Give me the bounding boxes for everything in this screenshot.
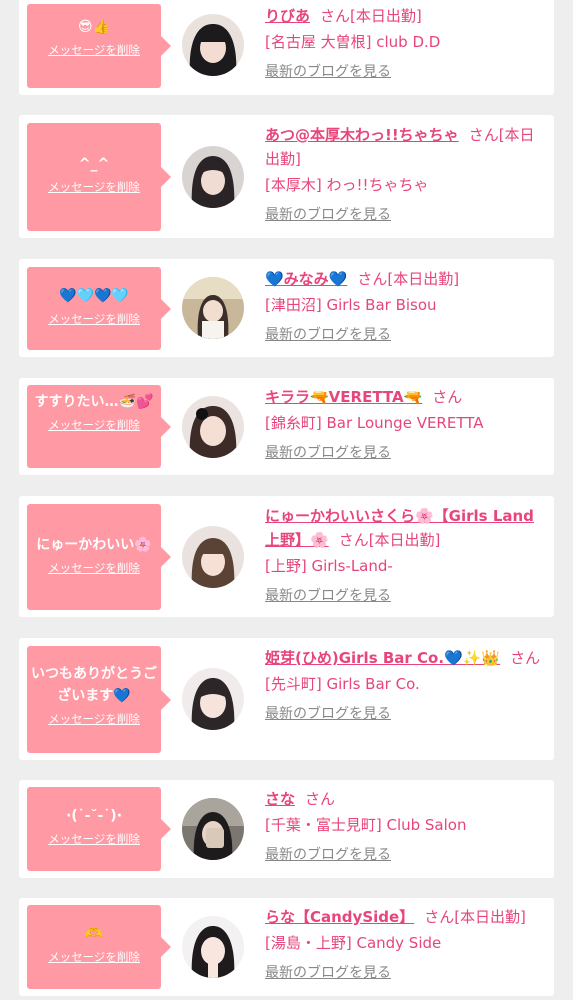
delete-message-button[interactable]: メッセージを削除 xyxy=(27,560,161,576)
entry-info: にゅーかわいいさくら🌸【Girls Land上野】🌸 さん[本日出勤] [上野] … xyxy=(265,504,545,608)
message-text: いつもありがとうございます💙 xyxy=(31,666,157,704)
message-bubble: すすりたい…🍜💕 メッセージを削除 xyxy=(27,385,171,468)
avatar[interactable] xyxy=(182,277,244,339)
entry-info: 姫芽(ひめ)Girls Bar Co.💙✨👑 さん [先斗町] Girls Bar… xyxy=(265,646,545,726)
avatar[interactable] xyxy=(182,526,244,588)
entry-info: りびあ さん[本日出勤] [名古屋 大曽根] club D.D 最新のブログを見る xyxy=(265,4,545,84)
message-bubble: いつもありがとうございます💙 メッセージを削除 xyxy=(27,646,171,753)
list-item: すすりたい…🍜💕 メッセージを削除 キララ🔫VERETTA🔫 さん [錦糸町] B… xyxy=(19,378,554,475)
cast-suffix: さん[本日出勤] xyxy=(357,270,460,288)
latest-blog-link[interactable]: 最新のブログを見る xyxy=(265,323,545,347)
entry-info: らな【CandySide】 さん[本日出勤] [湯島・上野] Candy Side… xyxy=(265,905,545,985)
message-bubble: ·(˙-˘-˙)· メッセージを削除 xyxy=(27,787,171,871)
message-bubble: 🫶 メッセージを削除 xyxy=(27,905,171,989)
message-text: 💙🩵💙🩵 xyxy=(59,288,129,304)
entry-info: さな さん [千葉・富士見町] Club Salon 最新のブログを見る xyxy=(265,787,545,867)
entry-info: あつ@本厚木わっ!!ちゃちゃ さん[本日出勤] [本厚木] わっ!!ちゃちゃ 最新… xyxy=(265,123,545,227)
latest-blog-link[interactable]: 最新のブログを見る xyxy=(265,961,545,985)
message-text: ^_^ xyxy=(78,156,110,172)
avatar[interactable] xyxy=(182,916,244,978)
list-item: ·(˙-˘-˙)· メッセージを削除 さな さん [千葉・富士見町] Club S… xyxy=(19,780,554,878)
message-text: にゅーかわいい🌸 xyxy=(36,537,152,553)
avatar[interactable] xyxy=(182,14,244,76)
message-text: すすりたい…🍜💕 xyxy=(34,394,154,410)
avatar[interactable] xyxy=(182,146,244,208)
delete-message-button[interactable]: メッセージを削除 xyxy=(27,417,161,433)
delete-message-button[interactable]: メッセージを削除 xyxy=(27,711,161,727)
cast-suffix: さん[本日出勤] xyxy=(424,908,526,926)
latest-blog-link[interactable]: 最新のブログを見る xyxy=(265,203,545,227)
latest-blog-link[interactable]: 最新のブログを見る xyxy=(265,584,545,608)
list-item: 🫶 メッセージを削除 らな【CandySide】 さん[本日出勤] [湯島・上野]… xyxy=(19,898,554,996)
cast-name-link[interactable]: 姫芽(ひめ)Girls Bar Co.💙✨👑 xyxy=(265,649,500,667)
message-bubble: ^_^ メッセージを削除 xyxy=(27,123,171,231)
entry-info: 💙みなみ💙 さん[本日出勤] [津田沼] Girls Bar Bisou 最新のブ… xyxy=(265,267,545,347)
shop-label: [津田沼] Girls Bar Bisou xyxy=(265,296,437,314)
latest-blog-link[interactable]: 最新のブログを見る xyxy=(265,441,545,465)
shop-label: [上野] Girls-Land- xyxy=(265,557,393,575)
avatar[interactable] xyxy=(182,798,244,860)
latest-blog-link[interactable]: 最新のブログを見る xyxy=(265,702,545,726)
cast-name-link[interactable]: さな xyxy=(265,790,295,808)
cast-suffix: さん xyxy=(510,649,541,667)
cast-suffix: さん xyxy=(432,388,463,406)
shop-label: [錦糸町] Bar Lounge VERETTA xyxy=(265,414,484,432)
cast-suffix: さん[本日出勤] xyxy=(338,531,441,549)
list-item: 😎👍 メッセージを削除 りびあ さん[本日出勤] [名古屋 大曽根] club D… xyxy=(19,0,554,95)
delete-message-button[interactable]: メッセージを削除 xyxy=(27,949,161,965)
message-bubble: 😎👍 メッセージを削除 xyxy=(27,4,171,88)
delete-message-button[interactable]: メッセージを削除 xyxy=(27,42,161,58)
list-item: ^_^ メッセージを削除 あつ@本厚木わっ!!ちゃちゃ さん[本日出勤] [本厚木… xyxy=(19,115,554,238)
message-text: 😎👍 xyxy=(77,19,111,35)
shop-label: [千葉・富士見町] Club Salon xyxy=(265,816,467,834)
avatar[interactable] xyxy=(182,668,244,730)
cast-name-link[interactable]: あつ@本厚木わっ!!ちゃちゃ xyxy=(265,126,459,144)
entry-info: キララ🔫VERETTA🔫 さん [錦糸町] Bar Lounge VERETTA … xyxy=(265,385,545,465)
shop-label: [本厚木] わっ!!ちゃちゃ xyxy=(265,176,429,194)
cast-name-link[interactable]: りびあ xyxy=(265,7,310,25)
shop-label: [湯島・上野] Candy Side xyxy=(265,934,442,952)
cast-name-link[interactable]: らな【CandySide】 xyxy=(265,908,414,926)
cast-suffix: さん[本日出勤] xyxy=(320,7,422,25)
message-text: ·(˙-˘-˙)· xyxy=(65,808,123,824)
shop-label: [名古屋 大曽根] club D.D xyxy=(265,33,441,51)
cast-suffix: さん xyxy=(305,790,336,808)
avatar[interactable] xyxy=(182,396,244,458)
list-item: いつもありがとうございます💙 メッセージを削除 姫芽(ひめ)Girls Bar … xyxy=(19,638,554,760)
cast-name-link[interactable]: 💙みなみ💙 xyxy=(265,270,347,288)
favorite-message-list: 😎👍 メッセージを削除 りびあ さん[本日出勤] [名古屋 大曽根] club D… xyxy=(0,0,573,1000)
delete-message-button[interactable]: メッセージを削除 xyxy=(27,831,161,847)
message-bubble: 💙🩵💙🩵 メッセージを削除 xyxy=(27,267,171,350)
message-text: 🫶 xyxy=(85,926,103,942)
shop-label: [先斗町] Girls Bar Co. xyxy=(265,675,420,693)
latest-blog-link[interactable]: 最新のブログを見る xyxy=(265,843,545,867)
message-bubble: にゅーかわいい🌸 メッセージを削除 xyxy=(27,504,171,610)
cast-name-link[interactable]: キララ🔫VERETTA🔫 xyxy=(265,388,422,406)
delete-message-button[interactable]: メッセージを削除 xyxy=(27,179,161,195)
delete-message-button[interactable]: メッセージを削除 xyxy=(27,311,161,327)
list-item: にゅーかわいい🌸 メッセージを削除 にゅーかわいいさくら🌸【Girls Land… xyxy=(19,496,554,617)
list-item: 💙🩵💙🩵 メッセージを削除 💙みなみ💙 さん[本日出勤] [津田沼] Girls … xyxy=(19,259,554,357)
latest-blog-link[interactable]: 最新のブログを見る xyxy=(265,60,545,84)
